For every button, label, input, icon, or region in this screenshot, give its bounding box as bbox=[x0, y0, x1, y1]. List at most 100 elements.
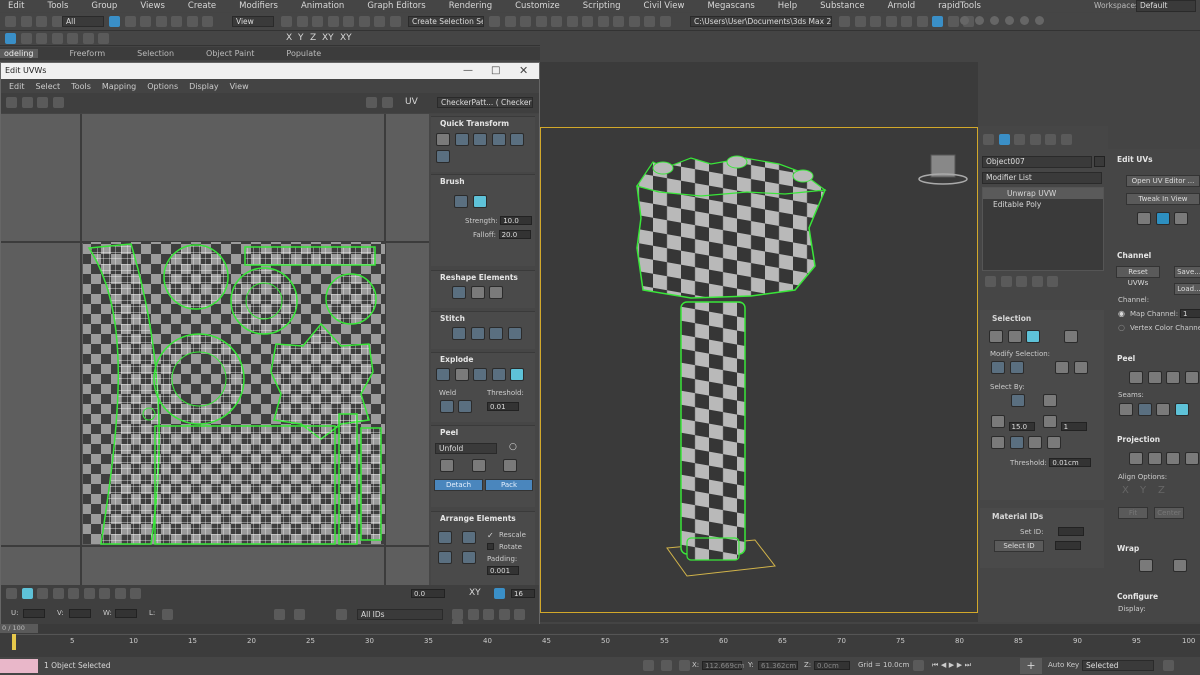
point-to-point-seams-icon[interactable] bbox=[1137, 403, 1152, 416]
uv-shell-dot[interactable] bbox=[142, 407, 156, 421]
quick-planar-icon[interactable] bbox=[1137, 212, 1151, 225]
scale-icon[interactable] bbox=[202, 16, 214, 27]
rescale-check-icon[interactable]: ✓ bbox=[487, 531, 494, 540]
y-coord-field[interactable]: 61.362cm bbox=[758, 661, 798, 670]
loop-select-icon[interactable] bbox=[1055, 361, 1070, 374]
reshape-title[interactable]: Reshape Elements bbox=[431, 271, 535, 282]
isolate-icon[interactable] bbox=[643, 660, 654, 671]
percent-snap-icon[interactable] bbox=[358, 16, 370, 27]
z-coord-field[interactable]: 0.0cm bbox=[814, 661, 850, 670]
tab-selection[interactable]: Selection bbox=[137, 49, 174, 58]
fit-button[interactable]: Fit bbox=[1118, 507, 1148, 519]
center-button[interactable]: Center bbox=[1154, 507, 1184, 519]
uv-shell-narrow[interactable] bbox=[338, 413, 358, 545]
select-threshold-spinner[interactable]: 0.01cm bbox=[1049, 458, 1092, 467]
selection-rollout-title[interactable]: Selection bbox=[980, 310, 1104, 323]
projection-title[interactable]: Projection bbox=[1108, 435, 1200, 444]
brush-title[interactable]: Brush bbox=[431, 175, 535, 186]
pins-icon[interactable] bbox=[1184, 371, 1199, 384]
explode-by-polygon-icon[interactable] bbox=[473, 368, 488, 381]
dot-icon[interactable] bbox=[975, 16, 984, 25]
uv-lock-icon[interactable] bbox=[162, 609, 173, 620]
tab-freeform[interactable]: Freeform bbox=[70, 49, 106, 58]
vertex-color-radio[interactable]: ○ bbox=[1118, 323, 1125, 332]
project-folder-icon[interactable] bbox=[839, 16, 850, 27]
rotate-axis-icon[interactable] bbox=[67, 33, 79, 44]
menu-substance[interactable]: Substance bbox=[812, 1, 864, 11]
uv-menu-mapping[interactable]: Mapping bbox=[102, 82, 136, 91]
arrange-title[interactable]: Arrange Elements bbox=[431, 512, 535, 523]
uv-shell-circle[interactable] bbox=[163, 244, 229, 310]
create-tab-icon[interactable] bbox=[983, 134, 994, 145]
select-id-spinner[interactable] bbox=[1054, 541, 1081, 550]
select-by-planar-icon[interactable] bbox=[1042, 394, 1057, 407]
align-x-button[interactable]: X bbox=[1122, 485, 1129, 496]
menu-megascans[interactable]: Megascans bbox=[699, 1, 754, 11]
shrink-icon[interactable] bbox=[1009, 361, 1024, 374]
expand-seams-icon[interactable] bbox=[1174, 403, 1189, 416]
hierarchy-tab-icon[interactable] bbox=[1014, 134, 1026, 145]
reset-uvws-button[interactable]: Reset UVWs bbox=[1116, 266, 1160, 287]
uv-grid-spinner[interactable]: 16 bbox=[511, 589, 535, 598]
auto-key-button[interactable]: Auto Key bbox=[1048, 661, 1079, 669]
spinner-snap-icon[interactable] bbox=[374, 16, 386, 27]
time-slider-track[interactable]: 0 / 100 bbox=[0, 624, 1200, 633]
undo-icon[interactable] bbox=[5, 16, 16, 27]
explode-title[interactable]: Explode bbox=[431, 353, 535, 364]
quick-transform-title[interactable]: Quick Transform bbox=[431, 117, 535, 128]
peel-mode-icon[interactable] bbox=[471, 459, 486, 472]
angle-snap-icon[interactable] bbox=[343, 16, 355, 27]
box-projection-icon[interactable] bbox=[1184, 452, 1199, 465]
spherical-projection-icon[interactable] bbox=[1166, 452, 1181, 465]
menu-views[interactable]: Views bbox=[132, 1, 165, 11]
straighten-selection-icon[interactable] bbox=[452, 286, 466, 299]
set-pivot-icon[interactable] bbox=[436, 133, 450, 146]
freeze-icon[interactable] bbox=[336, 609, 347, 620]
previous-frame-icon[interactable]: ◀ bbox=[941, 661, 946, 669]
dot-icon[interactable] bbox=[1020, 16, 1029, 25]
time-slider-thumb[interactable]: 0 / 100 bbox=[0, 624, 38, 633]
rotate-90-icon[interactable] bbox=[491, 133, 506, 146]
modifier-unwrap-uvw[interactable]: Unwrap UVW bbox=[983, 188, 1103, 199]
rescale-elements-icon[interactable] bbox=[438, 551, 452, 564]
modifier-editable-poly[interactable]: Editable Poly bbox=[983, 199, 1103, 210]
key-filter-dropdown[interactable]: Selected bbox=[1082, 660, 1154, 671]
peel-map-icon[interactable] bbox=[1155, 212, 1170, 225]
view-cube-icon[interactable] bbox=[918, 154, 968, 185]
mesh-cap-nub[interactable] bbox=[726, 155, 748, 169]
show-end-result-icon[interactable] bbox=[1000, 276, 1012, 287]
channel-title[interactable]: Channel bbox=[1108, 251, 1200, 260]
map-channel-radio[interactable]: ◉ bbox=[1118, 309, 1125, 318]
timeline-track[interactable]: 5 10 15 20 25 30 35 40 45 50 55 60 65 70… bbox=[12, 634, 1200, 650]
spline-mapping-icon[interactable] bbox=[1139, 559, 1153, 572]
edge-mode-icon[interactable] bbox=[21, 588, 33, 599]
a360-icon[interactable] bbox=[660, 16, 672, 27]
menu-civil-view[interactable]: Civil View bbox=[636, 1, 685, 11]
next-frame-icon[interactable]: ▶ bbox=[957, 661, 962, 669]
unlink-icon[interactable] bbox=[51, 16, 63, 27]
close-icon[interactable]: ✕ bbox=[519, 63, 528, 79]
current-frame-marker[interactable] bbox=[12, 634, 16, 650]
uv-move-icon[interactable] bbox=[21, 97, 33, 108]
menu-animation[interactable]: Animation bbox=[293, 1, 344, 11]
pan-icon[interactable] bbox=[452, 609, 463, 620]
edit-named-sel-icon[interactable] bbox=[389, 16, 401, 27]
utilities-tab-icon[interactable] bbox=[1060, 134, 1072, 145]
set-key-icon[interactable]: + bbox=[1020, 658, 1042, 674]
fetch-icon[interactable] bbox=[916, 16, 928, 27]
map-channel-spinner[interactable]: 1 bbox=[1180, 309, 1200, 318]
mesh-shaft-base[interactable] bbox=[686, 537, 740, 561]
uv-grid-icon[interactable] bbox=[381, 97, 393, 108]
dot-icon[interactable] bbox=[990, 16, 999, 25]
explode-by-angle-icon[interactable] bbox=[454, 368, 469, 381]
object-name-field[interactable]: Object007 bbox=[982, 156, 1092, 168]
zoom-selected-icon[interactable] bbox=[514, 609, 526, 620]
material-ids-title[interactable]: Material IDs bbox=[980, 508, 1104, 521]
uv-label[interactable]: UV bbox=[405, 97, 418, 107]
active-viewport-frame[interactable] bbox=[540, 127, 978, 613]
select-mode-icon[interactable] bbox=[5, 33, 16, 44]
select-region-icon[interactable] bbox=[36, 33, 48, 44]
space-horizontal-icon[interactable] bbox=[436, 150, 450, 163]
open-icon[interactable] bbox=[870, 16, 882, 27]
save-button[interactable]: Save... bbox=[1174, 266, 1200, 278]
